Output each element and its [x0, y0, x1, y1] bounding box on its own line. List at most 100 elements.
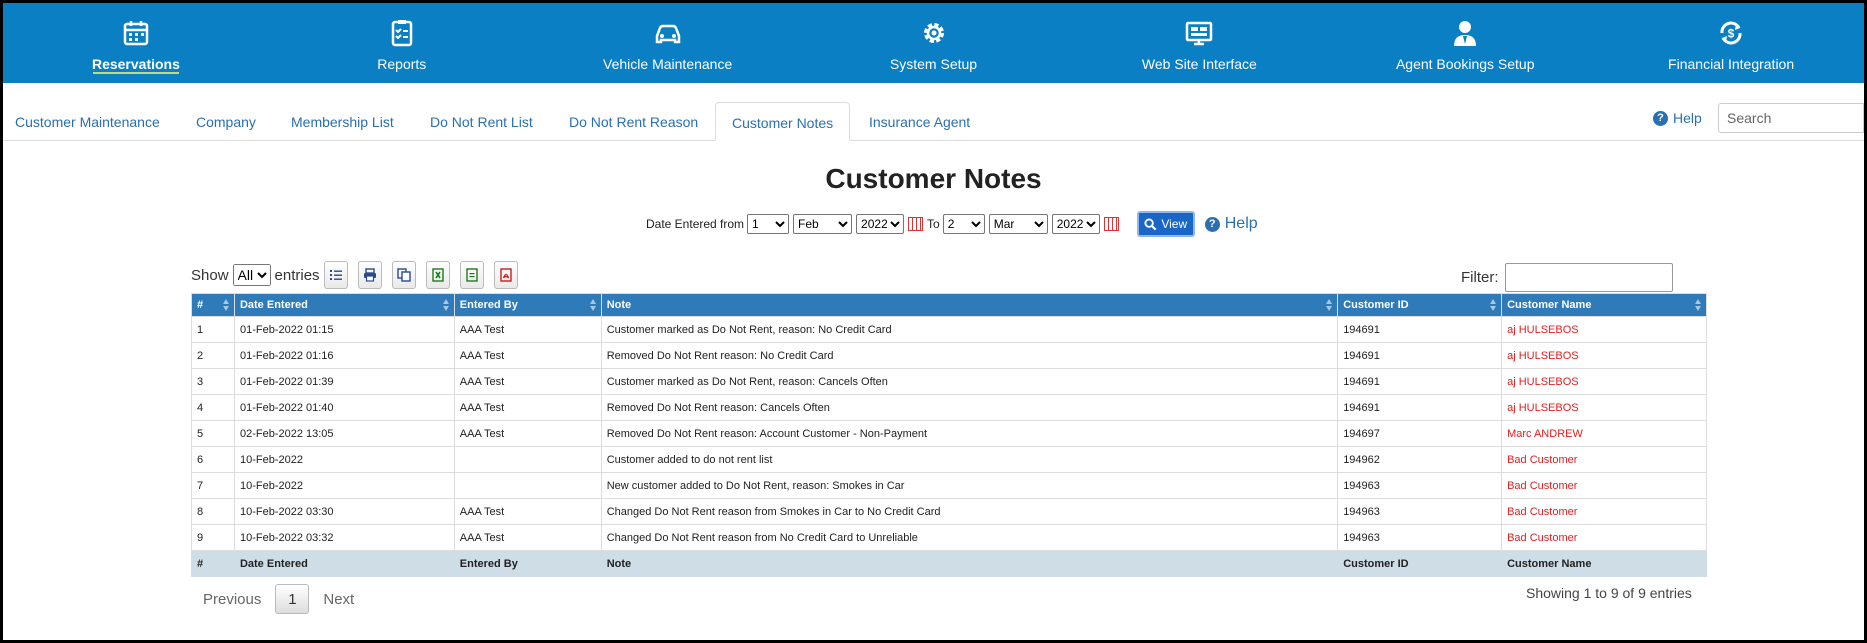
page-1-button[interactable]: 1	[275, 584, 310, 614]
tab-customer-maintenance[interactable]: Customer Maintenance	[15, 102, 160, 141]
nav-label: Vehicle Maintenance	[603, 56, 733, 72]
sort-icon	[1326, 299, 1333, 311]
customer-notes-table: # Date Entered Entered By Note Customer …	[191, 293, 1707, 577]
calendar-picker-icon[interactable]	[1103, 217, 1119, 231]
note-cell: Removed Do Not Rent reason: No Credit Ca…	[600, 342, 1339, 369]
nav-reports[interactable]: Reports	[269, 3, 535, 83]
entered-by-cell	[453, 446, 602, 473]
date-entered-cell: 01-Feb-2022 01:16	[233, 342, 455, 369]
to-month-select[interactable]: Mar	[988, 214, 1048, 234]
table-row[interactable]: 5 02-Feb-2022 13:05 AAA Test Removed Do Not…	[191, 420, 1707, 447]
help-link[interactable]: ? Help	[1204, 215, 1258, 233]
calendar-icon	[123, 21, 149, 46]
customer-id-cell: 194691	[1337, 316, 1503, 343]
customer-name-cell[interactable]: Bad Customer	[1501, 472, 1707, 499]
entered-by-cell: AAA Test	[453, 316, 602, 343]
to-day-select[interactable]: 2	[942, 214, 985, 234]
entered-by-cell: AAA Test	[453, 342, 602, 369]
table-row[interactable]: 9 10-Feb-2022 03:32 AAA Test Changed Do Not…	[191, 524, 1707, 551]
nav-label: System Setup	[889, 56, 978, 72]
csv-export-button[interactable]	[459, 261, 484, 289]
note-cell: Removed Do Not Rent reason: Cancels Ofte…	[600, 394, 1339, 421]
nav-label: Agent Bookings Setup	[1395, 56, 1535, 72]
csv-icon	[465, 268, 478, 282]
nav-financial-integration[interactable]: $ Financial Integration	[1598, 3, 1864, 83]
copy-icon	[396, 268, 411, 282]
customer-name-cell[interactable]: Bad Customer	[1501, 498, 1707, 525]
excel-export-button[interactable]	[425, 261, 450, 289]
from-month-select[interactable]: Feb	[793, 214, 853, 234]
customer-name-cell[interactable]: Bad Customer	[1501, 524, 1707, 551]
note-cell: Removed Do Not Rent reason: Account Cust…	[600, 420, 1339, 447]
filter-input[interactable]	[1504, 263, 1673, 292]
row-number-cell: 9	[191, 524, 235, 551]
table-filter: Filter:	[1461, 263, 1673, 292]
print-button[interactable]	[357, 261, 382, 289]
search-icon	[1144, 217, 1157, 230]
column-header[interactable]: Customer ID	[1337, 293, 1503, 317]
table-row[interactable]: 6 10-Feb-2022 Customer added to do not ren…	[191, 446, 1707, 473]
column-header[interactable]: Note	[600, 293, 1339, 317]
tab-company[interactable]: Company	[196, 102, 256, 141]
column-header[interactable]: #	[191, 293, 235, 317]
date-entered-cell: 01-Feb-2022 01:39	[233, 368, 455, 395]
copy-button[interactable]	[391, 261, 416, 289]
nav-system-setup[interactable]: System Setup	[801, 3, 1067, 83]
search-input[interactable]	[1718, 103, 1864, 133]
table-row[interactable]: 2 01-Feb-2022 01:16 AAA Test Removed Do Not…	[191, 342, 1707, 369]
table-row[interactable]: 7 10-Feb-2022 New customer added to Do Not…	[191, 472, 1707, 499]
monitor-icon	[1186, 21, 1213, 46]
date-entered-cell: 01-Feb-2022 01:15	[233, 316, 455, 343]
table-row[interactable]: 8 10-Feb-2022 03:30 AAA Test Changed Do Not…	[191, 498, 1707, 525]
view-button[interactable]: View	[1136, 211, 1195, 237]
table-row[interactable]: 3 01-Feb-2022 01:39 AAA Test Customer marke…	[191, 368, 1707, 395]
column-visibility-button[interactable]	[323, 261, 348, 289]
customer-name-cell[interactable]: Bad Customer	[1501, 446, 1707, 473]
tab-do-not-rent-reason[interactable]: Do Not Rent Reason	[569, 102, 698, 141]
footer-label: Customer Name	[1501, 550, 1707, 577]
customer-name-cell[interactable]: aj HULSEBOS	[1501, 368, 1707, 395]
nav-reservations[interactable]: Reservations	[3, 3, 269, 83]
customer-name-cell[interactable]: aj HULSEBOS	[1501, 316, 1707, 343]
calendar-picker-icon[interactable]	[908, 217, 924, 231]
nav-vehicle-maintenance[interactable]: Vehicle Maintenance	[535, 3, 801, 83]
entries-select[interactable]: All	[232, 264, 271, 286]
table-footer-row: # Date Entered Entered By Note Customer …	[191, 550, 1707, 577]
tab-insurance-agent[interactable]: Insurance Agent	[869, 102, 970, 141]
from-day-select[interactable]: 1	[747, 214, 790, 234]
nav-web-site-interface[interactable]: Web Site Interface	[1066, 3, 1332, 83]
column-header[interactable]: Date Entered	[233, 293, 455, 317]
entered-by-cell	[453, 472, 602, 499]
date-entered-cell: 10-Feb-2022	[233, 446, 455, 473]
question-icon: ?	[1653, 110, 1668, 126]
customer-name-cell[interactable]: aj HULSEBOS	[1501, 394, 1707, 421]
table-row[interactable]: 1 01-Feb-2022 01:15 AAA Test Customer marke…	[191, 316, 1707, 343]
table-row[interactable]: 4 01-Feb-2022 01:40 AAA Test Removed Do Not…	[191, 394, 1707, 421]
sort-icon	[222, 299, 229, 311]
column-header[interactable]: Entered By	[453, 293, 602, 317]
dollar-cycle-icon: $	[1720, 21, 1742, 45]
tab-do-not-rent-list[interactable]: Do Not Rent List	[430, 102, 533, 141]
to-year-select[interactable]: 2022	[1051, 214, 1100, 234]
footer-label: Date Entered	[233, 550, 455, 577]
previous-button[interactable]: Previous	[203, 591, 261, 608]
row-number-cell: 8	[191, 498, 235, 525]
sort-icon	[1490, 299, 1497, 311]
header-label: Note	[606, 299, 632, 311]
date-entered-cell: 10-Feb-2022	[233, 472, 455, 499]
row-number-cell: 4	[191, 394, 235, 421]
header-label: Customer ID	[1343, 299, 1409, 311]
help-link[interactable]: ? Help	[1653, 110, 1702, 126]
print-icon	[363, 268, 376, 282]
tab-customer-notes[interactable]: Customer Notes	[715, 102, 851, 141]
next-button[interactable]: Next	[323, 591, 354, 608]
from-year-select[interactable]: 2022	[856, 214, 905, 234]
app-window: Reservations Reports Vehicle Maintenance…	[3, 3, 1864, 640]
customer-name-cell[interactable]: aj HULSEBOS	[1501, 342, 1707, 369]
nav-agent-bookings-setup[interactable]: Agent Bookings Setup	[1332, 3, 1598, 83]
nav-label: Financial Integration	[1668, 56, 1795, 72]
customer-name-cell[interactable]: Marc ANDREW	[1501, 420, 1707, 447]
column-header[interactable]: Customer Name	[1501, 293, 1707, 317]
pdf-export-button[interactable]	[493, 261, 518, 289]
tab-membership-list[interactable]: Membership List	[291, 102, 394, 141]
